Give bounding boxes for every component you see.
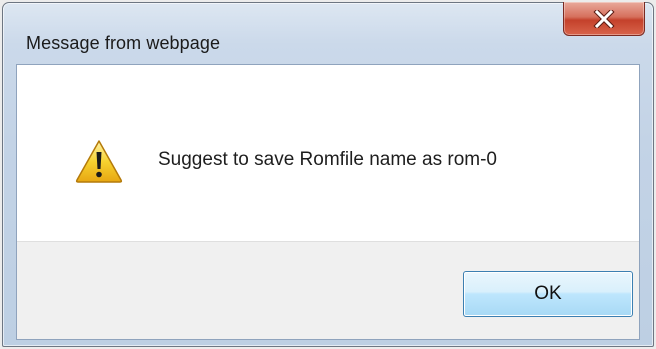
message-text: Suggest to save Romfile name as rom-0 xyxy=(158,149,497,170)
close-button[interactable] xyxy=(563,2,645,36)
button-bar: OK xyxy=(17,241,639,339)
message-dialog: Message from webpage Suggest to save Rom… xyxy=(2,2,654,347)
title-bar[interactable]: Message from webpage xyxy=(3,2,653,63)
close-icon xyxy=(593,9,615,28)
ok-button[interactable]: OK xyxy=(463,271,633,317)
message-area: Suggest to save Romfile name as rom-0 xyxy=(17,65,639,241)
dialog-body: Suggest to save Romfile name as rom-0 OK xyxy=(16,64,640,340)
warning-icon xyxy=(75,140,123,183)
dialog-title: Message from webpage xyxy=(26,33,221,53)
